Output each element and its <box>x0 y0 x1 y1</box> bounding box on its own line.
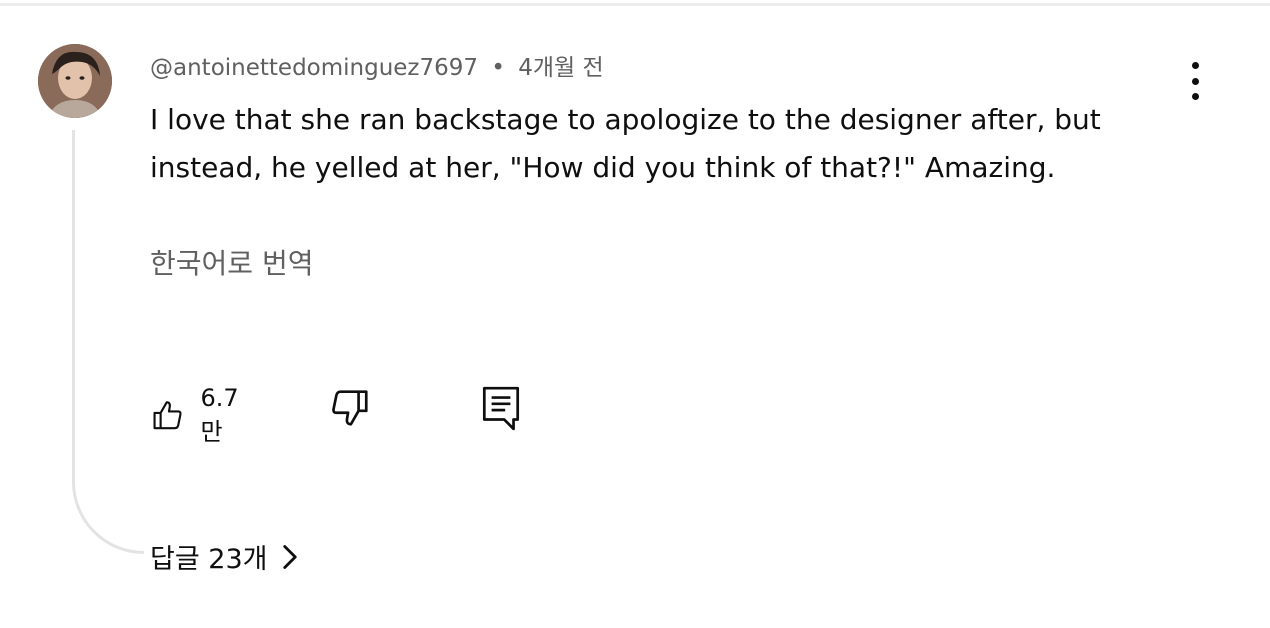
thumb-up-icon <box>153 400 182 429</box>
more-vert-icon-dot <box>1191 93 1199 100</box>
dislike-button[interactable] <box>326 384 372 434</box>
comment-timestamp[interactable]: 4개월 전 <box>518 55 603 81</box>
comment-body: I love that she ran backstage to apologi… <box>150 103 1101 184</box>
replies-count-label: 답글 23개 <box>150 544 268 575</box>
comment-icon <box>482 386 520 431</box>
avatar[interactable] <box>38 44 112 118</box>
reply-thread-line <box>72 130 144 554</box>
more-vert-icon-dot <box>1191 62 1199 69</box>
thumb-down-icon <box>332 390 368 426</box>
header-separator: • <box>491 55 505 81</box>
comment-header: @antoinettedominguez7697 • 4개월 전 <box>150 48 604 82</box>
top-divider <box>0 3 1270 6</box>
like-count: 6.7만 <box>200 384 239 446</box>
author-handle[interactable]: @antoinettedominguez7697 <box>150 55 478 81</box>
reply-button[interactable] <box>480 384 522 436</box>
avatar-photo <box>38 44 112 118</box>
more-vert-icon-dot <box>1191 77 1199 85</box>
like-button[interactable]: 6.7만 <box>150 384 248 447</box>
translate-button[interactable]: 한국어로 번역 <box>150 242 313 282</box>
chevron-right-icon <box>283 544 298 569</box>
view-replies-button[interactable]: 답글 23개 <box>150 537 299 576</box>
